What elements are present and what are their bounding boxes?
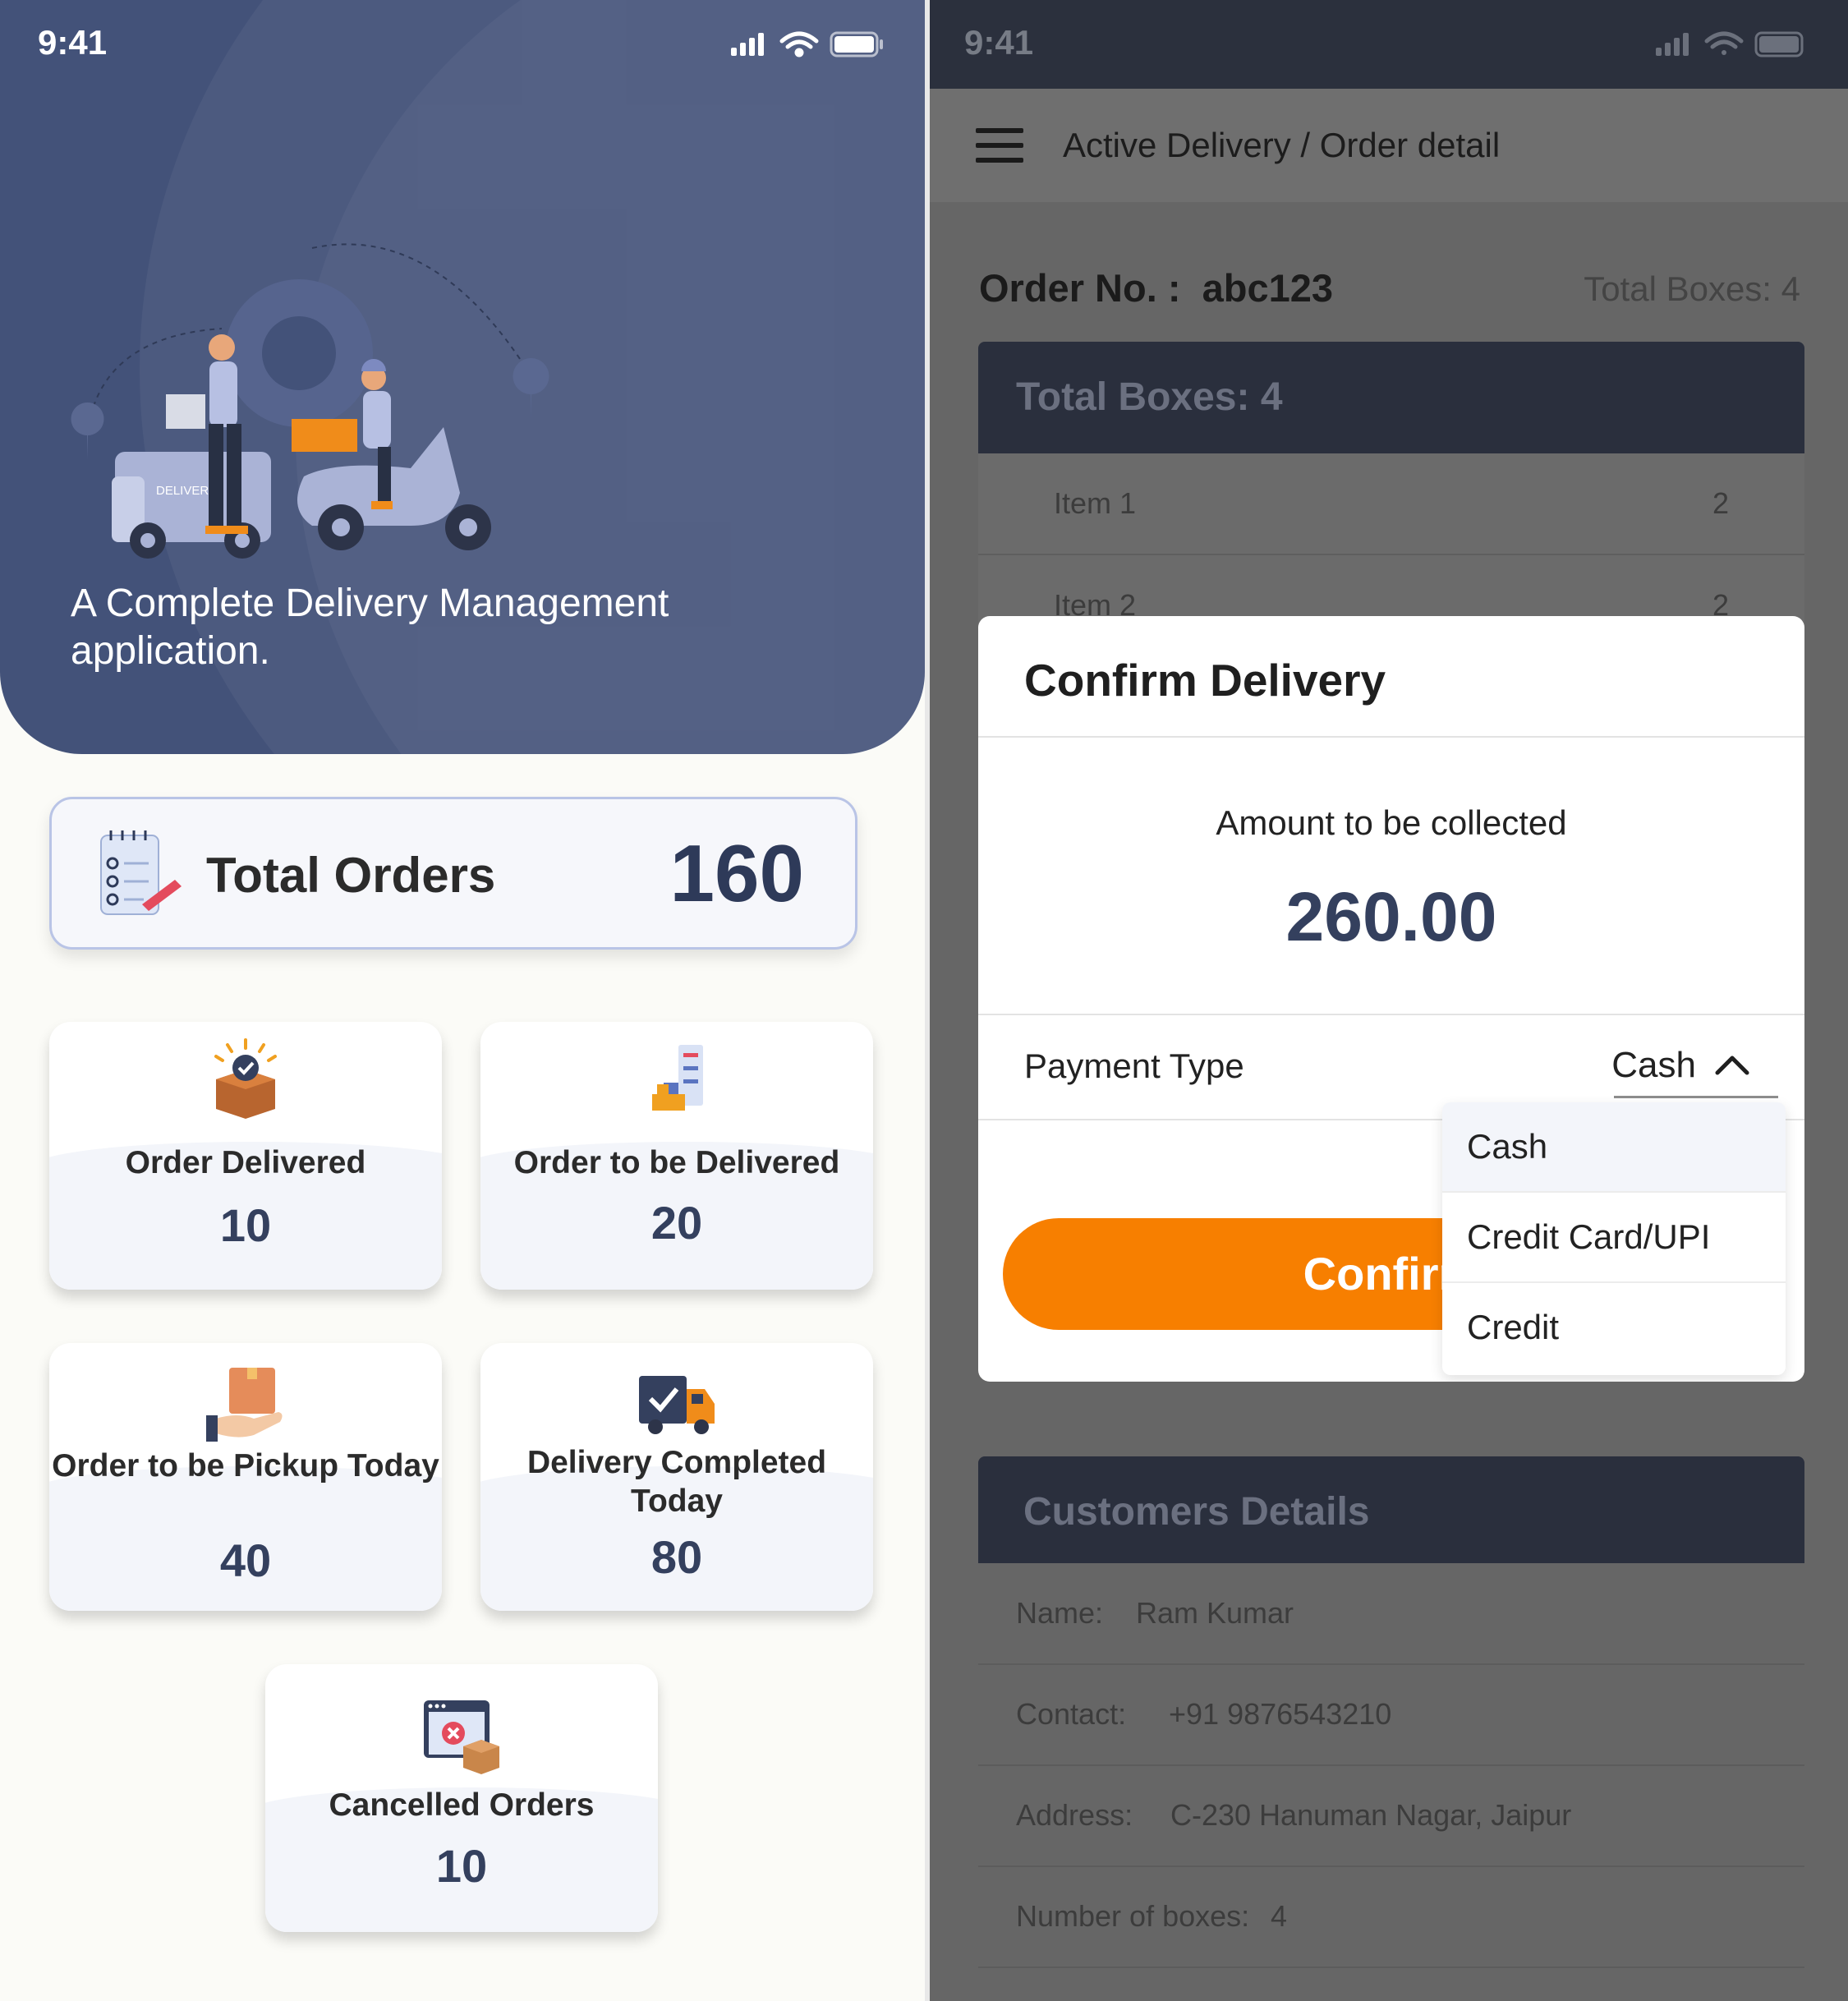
customer-value: C-230 Hanuman Nagar, Jaipur <box>1170 1798 1572 1832</box>
total-orders-label: Total Orders <box>206 848 496 903</box>
stat-card-order-delivered[interactable]: Order Delivered 10 <box>49 1022 442 1290</box>
battery-icon <box>830 31 883 58</box>
stat-value: 40 <box>219 1534 272 1586</box>
amount-value: 260.00 <box>1285 878 1497 955</box>
stat-card-delivery-completed-today[interactable]: Delivery Completed Today 80 <box>480 1343 873 1611</box>
item-name: Item 1 <box>1054 486 1137 520</box>
confirm-delivery-modal: Confirm Delivery Amount to be collected … <box>978 616 1804 1382</box>
status-icons <box>1656 31 1804 58</box>
total-boxes-summary: Total Boxes: 4 <box>1584 269 1800 308</box>
hand-package-icon <box>206 1368 283 1442</box>
customer-key: Name: <box>1016 1596 1104 1630</box>
app-header: Active Delivery / Order detail <box>930 89 1848 202</box>
item-qty: 2 <box>1712 486 1729 520</box>
customer-row: Name: Ram Kumar <box>978 1563 1804 1665</box>
dropdown-option-credit[interactable]: Credit <box>1442 1283 1786 1372</box>
signal-icon <box>731 33 764 56</box>
status-icons <box>731 31 883 58</box>
amount-label: Amount to be collected <box>1216 803 1567 842</box>
chevron-up-icon[interactable] <box>1714 1051 1750 1078</box>
stat-label: Order Delivered <box>125 1145 366 1180</box>
payment-type-select[interactable]: Cash <box>1611 1045 1696 1086</box>
stat-label: Delivery Completed Today <box>526 1445 827 1519</box>
stat-value: 80 <box>650 1531 703 1583</box>
cancelled-order-icon <box>424 1700 499 1774</box>
status-bar: 9:41 <box>930 0 1848 89</box>
box-check-icon <box>214 1038 277 1119</box>
customer-key: Number of boxes: <box>1016 1899 1250 1933</box>
customer-key: Address: <box>1016 1798 1133 1832</box>
boxes-panel-header: Total Boxes: 4 <box>978 342 1804 453</box>
customer-value: +91 9876543210 <box>1169 1697 1392 1731</box>
customer-row: Contact: +91 9876543210 <box>978 1664 1804 1766</box>
boxes-panel-title: Total Boxes: 4 <box>1016 375 1283 419</box>
wifi-icon <box>1704 31 1744 49</box>
stat-label: Order to be Pickup Today <box>52 1448 439 1484</box>
divider <box>978 1014 1804 1015</box>
customer-value: Ram Kumar <box>1136 1596 1294 1630</box>
order-number: Order No. : abc123 <box>979 266 1333 310</box>
hero-banner: 9:41 DELIVERY A Complete Delivery Manage… <box>0 0 925 754</box>
customer-panel-header: Customers Details <box>978 1456 1804 1563</box>
status-time: 9:41 <box>964 23 1034 62</box>
stat-label: Order to be Delivered <box>513 1145 840 1180</box>
dropdown-option-cash[interactable]: Cash <box>1442 1102 1786 1193</box>
customer-panel-title: Customers Details <box>1023 1490 1370 1534</box>
payment-type-dropdown: Cash Credit Card/UPI Credit <box>1442 1102 1786 1375</box>
stat-label: Cancelled Orders <box>329 1787 595 1823</box>
order-detail-screen: 9:41 Active Delivery / Order detail Orde… <box>930 0 1848 2001</box>
customer-row: Address: C-230 Hanuman Nagar, Jaipur <box>978 1765 1804 1867</box>
item-row: Item 1 2 <box>978 453 1804 555</box>
stat-card-order-to-be-delivered[interactable]: Order to be Delivered 20 <box>480 1022 873 1290</box>
breadcrumb: Active Delivery / Order detail <box>1063 126 1501 164</box>
divider <box>978 736 1804 738</box>
stat-value: 20 <box>650 1197 703 1249</box>
total-orders-card[interactable]: Total Orders 160 <box>49 797 857 950</box>
svg-text:DELIVERY: DELIVERY <box>156 484 217 498</box>
dropdown-option-credit-card-upi[interactable]: Credit Card/UPI <box>1442 1193 1786 1283</box>
stat-card-cancelled-orders[interactable]: Cancelled Orders 10 <box>265 1664 658 1932</box>
payment-type-label: Payment Type <box>1024 1046 1244 1085</box>
truck-check-icon <box>639 1376 715 1434</box>
signal-icon <box>1656 33 1689 56</box>
customer-value: 4 <box>1271 1899 1288 1933</box>
checklist-icon <box>100 830 182 915</box>
stat-value: 10 <box>219 1199 272 1251</box>
battery-icon <box>1754 31 1804 58</box>
stat-card-order-to-be-pickup-today[interactable]: Order to be Pickup Today 40 <box>49 1343 442 1611</box>
customer-key: Contact: <box>1016 1697 1127 1731</box>
select-underline <box>1614 1096 1778 1098</box>
hero-tagline: A Complete Delivery Management applicati… <box>71 582 669 673</box>
dashboard-screen: 9:41 DELIVERY A Complete Delivery Manage… <box>0 0 925 2001</box>
warehouse-icon <box>652 1045 703 1111</box>
wifi-icon <box>779 31 819 58</box>
stat-value: 10 <box>435 1840 488 1892</box>
total-orders-value: 160 <box>669 828 804 918</box>
modal-title: Confirm Delivery <box>1024 655 1386 706</box>
menu-icon[interactable] <box>976 128 1023 172</box>
delivery-illustration: DELIVERY <box>71 243 549 559</box>
customer-row: Number of boxes: 4 <box>978 1866 1804 1968</box>
status-time: 9:41 <box>38 23 108 62</box>
